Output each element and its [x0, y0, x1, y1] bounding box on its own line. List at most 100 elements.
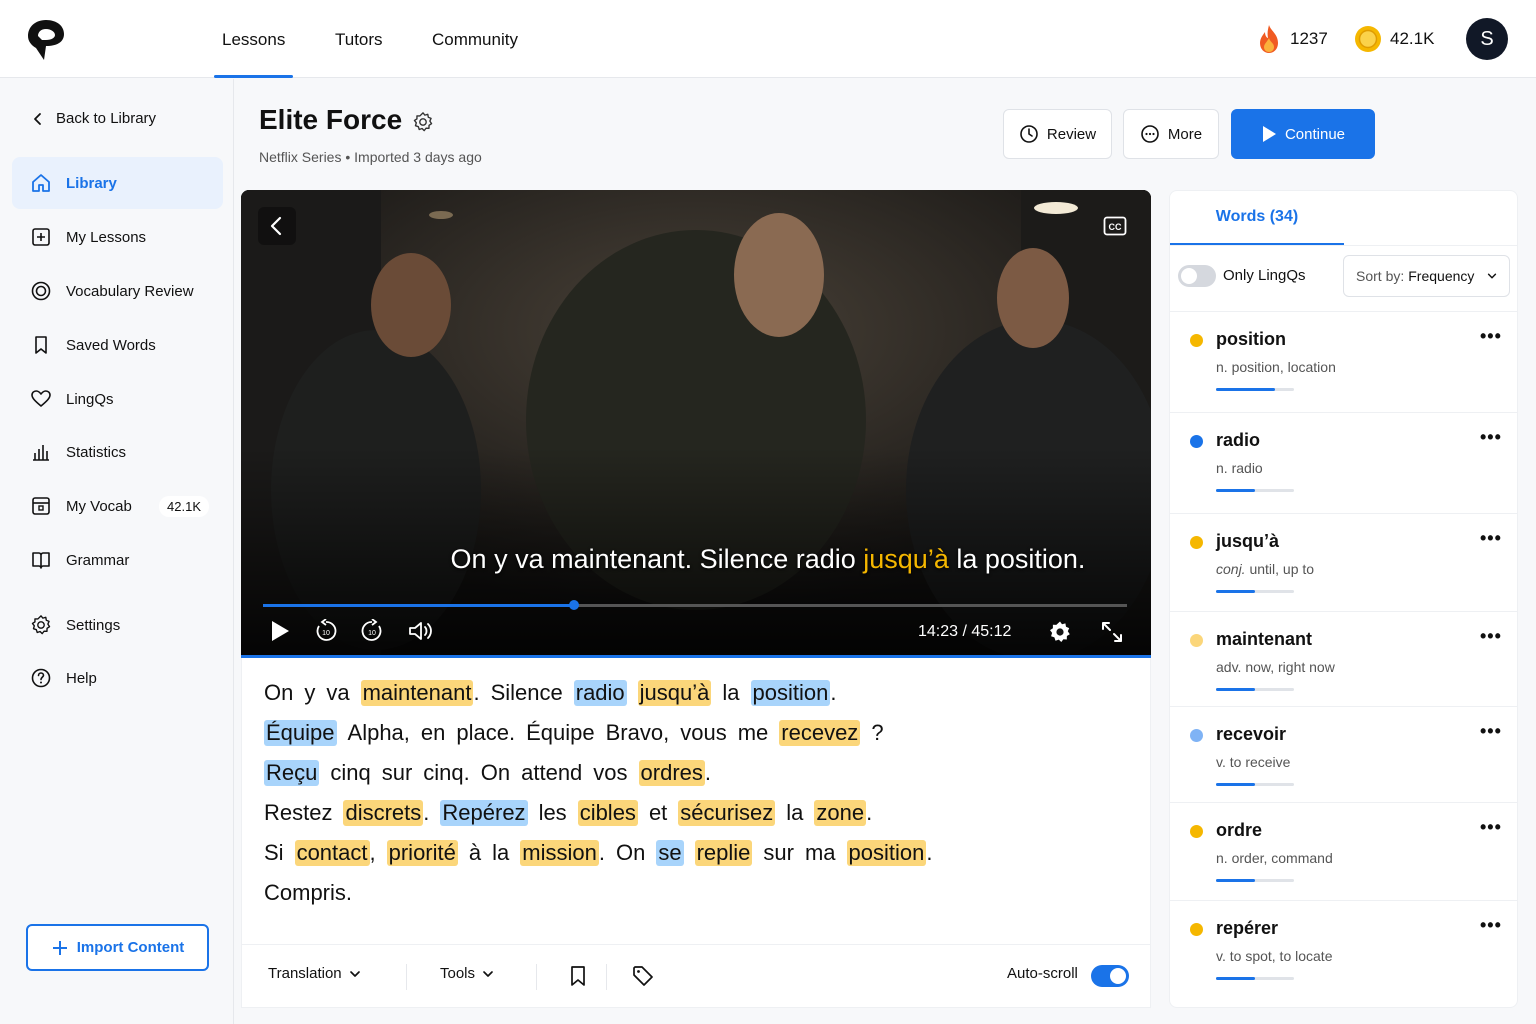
- more-options-icon[interactable]: •••: [1480, 427, 1502, 448]
- video-progress-knob[interactable]: [569, 600, 580, 610]
- more-options-icon[interactable]: •••: [1480, 626, 1502, 647]
- transcript-word[interactable]: se: [656, 840, 684, 866]
- transcript-word[interactable]: Alpha,: [348, 720, 410, 746]
- video-settings-gear-icon[interactable]: [1048, 620, 1072, 644]
- word-list-item[interactable]: ordre n. order, command •••: [1170, 802, 1517, 902]
- transcript-word[interactable]: Bravo,: [606, 720, 670, 746]
- autoscroll-toggle[interactable]: [1091, 965, 1129, 987]
- transcript-word[interactable]: replie: [694, 840, 753, 866]
- word-list-item[interactable]: jusqu’à conj. until, up to •••: [1170, 513, 1517, 613]
- import-content-button[interactable]: Import Content: [26, 924, 209, 971]
- sidebar-item-my-lessons[interactable]: My Lessons: [12, 211, 223, 263]
- transcript-word[interactable]: Si: [264, 840, 284, 866]
- forward-10-icon[interactable]: 10: [360, 619, 384, 643]
- transcript-word[interactable]: On: [481, 760, 510, 786]
- transcript-word[interactable]: contact,: [294, 840, 376, 866]
- transcript-word[interactable]: à: [469, 840, 481, 866]
- transcript-word[interactable]: ?: [871, 720, 883, 746]
- transcript-word[interactable]: position.: [846, 840, 932, 866]
- sort-dropdown[interactable]: Sort by: Frequency: [1343, 255, 1510, 297]
- rewind-10-icon[interactable]: 10: [314, 619, 338, 643]
- sidebar-item-lingqs[interactable]: LingQs: [12, 373, 223, 425]
- tag-icon[interactable]: [632, 965, 654, 987]
- transcript-word[interactable]: recevez: [779, 720, 861, 746]
- more-button[interactable]: More: [1123, 109, 1219, 159]
- word-list-item[interactable]: repérer v. to spot, to locate •••: [1170, 900, 1517, 1000]
- transcript-word[interactable]: cibles: [577, 800, 638, 826]
- tab-tutors[interactable]: Tutors: [335, 0, 383, 78]
- continue-button[interactable]: Continue: [1231, 109, 1375, 159]
- sidebar-item-library[interactable]: Library: [12, 157, 223, 209]
- transcript-word[interactable]: la: [722, 680, 739, 706]
- more-options-icon[interactable]: •••: [1480, 326, 1502, 347]
- transcript-word[interactable]: vos: [593, 760, 627, 786]
- transcript-word[interactable]: zone.: [814, 800, 872, 826]
- transcript-word[interactable]: y: [304, 680, 315, 706]
- streak-counter[interactable]: 1237: [1256, 24, 1328, 54]
- transcript-word[interactable]: jusqu’à: [637, 680, 712, 706]
- transcript-word[interactable]: sécurisez: [678, 800, 776, 826]
- sidebar-item-settings[interactable]: Settings: [12, 599, 223, 651]
- transcript-word[interactable]: attend: [521, 760, 582, 786]
- app-logo[interactable]: [24, 16, 68, 62]
- cc-icon[interactable]: CC: [1103, 216, 1127, 236]
- transcript-word[interactable]: place.: [456, 720, 515, 746]
- transcript-word[interactable]: la: [786, 800, 803, 826]
- transcript-word[interactable]: et: [649, 800, 667, 826]
- play-icon[interactable]: [270, 620, 290, 642]
- tools-dropdown[interactable]: Tools: [440, 965, 495, 982]
- transcript-word[interactable]: Silence: [491, 680, 563, 706]
- transcript-word[interactable]: cinq: [330, 760, 370, 786]
- volume-icon[interactable]: [408, 620, 434, 642]
- sidebar-item-help[interactable]: Help: [12, 652, 223, 704]
- lesson-settings-gear-icon[interactable]: [412, 111, 434, 133]
- sidebar-item-my-vocab[interactable]: My Vocab 42.1K: [12, 480, 223, 532]
- transcript-word[interactable]: discrets.: [343, 800, 429, 826]
- back-to-library-link[interactable]: Back to Library: [30, 110, 156, 127]
- more-options-icon[interactable]: •••: [1480, 721, 1502, 742]
- transcript-word[interactable]: les: [539, 800, 567, 826]
- translation-dropdown[interactable]: Translation: [268, 965, 362, 982]
- transcript-word[interactable]: cinq.: [423, 760, 469, 786]
- transcript-word[interactable]: ordres.: [638, 760, 711, 786]
- fullscreen-icon[interactable]: [1100, 620, 1124, 644]
- transcript-word[interactable]: Compris.: [264, 880, 352, 906]
- sidebar-item-vocabulary-review[interactable]: Vocabulary Review: [12, 265, 223, 317]
- word-list-item[interactable]: position n. position, location •••: [1170, 311, 1517, 411]
- video-player[interactable]: CC: [241, 190, 1151, 657]
- only-lingqs-toggle[interactable]: [1178, 265, 1216, 287]
- transcript-word[interactable]: vous: [680, 720, 726, 746]
- transcript-word[interactable]: en: [421, 720, 445, 746]
- transcript-word[interactable]: va: [326, 680, 349, 706]
- transcript-word[interactable]: maintenant.: [360, 680, 480, 706]
- sidebar-item-saved-words[interactable]: Saved Words: [12, 319, 223, 371]
- bookmark-icon[interactable]: [568, 965, 588, 987]
- transcript-word[interactable]: sur: [382, 760, 413, 786]
- tab-community[interactable]: Community: [432, 0, 518, 78]
- transcript-word[interactable]: On: [616, 840, 645, 866]
- word-list-item[interactable]: radio n. radio •••: [1170, 412, 1517, 512]
- word-list-item[interactable]: recevoir v. to receive •••: [1170, 706, 1517, 806]
- transcript-word[interactable]: position.: [750, 680, 836, 706]
- word-list-item[interactable]: maintenant adv. now, right now •••: [1170, 611, 1517, 711]
- transcript-word[interactable]: Restez: [264, 800, 332, 826]
- transcript-word[interactable]: sur: [763, 840, 794, 866]
- transcript-word[interactable]: mission.: [520, 840, 605, 866]
- more-options-icon[interactable]: •••: [1480, 528, 1502, 549]
- transcript-word[interactable]: priorité: [386, 840, 458, 866]
- video-progress-bar[interactable]: [263, 600, 1127, 610]
- transcript-word[interactable]: Reçu: [264, 760, 320, 786]
- transcript-word[interactable]: Repérez: [440, 800, 528, 826]
- transcript-word[interactable]: Équipe: [264, 720, 337, 746]
- transcript-word[interactable]: me: [738, 720, 769, 746]
- transcript-word[interactable]: la: [492, 840, 509, 866]
- back-arrow-icon[interactable]: [258, 207, 296, 245]
- coins-counter[interactable]: 42.1K: [1354, 24, 1434, 54]
- tab-lessons[interactable]: Lessons: [213, 0, 294, 78]
- transcript-word[interactable]: Équipe: [526, 720, 595, 746]
- review-button[interactable]: Review: [1003, 109, 1112, 159]
- more-options-icon[interactable]: •••: [1480, 915, 1502, 936]
- subtitle-highlight-word[interactable]: jusqu’à: [863, 544, 949, 574]
- tab-words[interactable]: Words (34): [1170, 191, 1344, 245]
- more-options-icon[interactable]: •••: [1480, 817, 1502, 838]
